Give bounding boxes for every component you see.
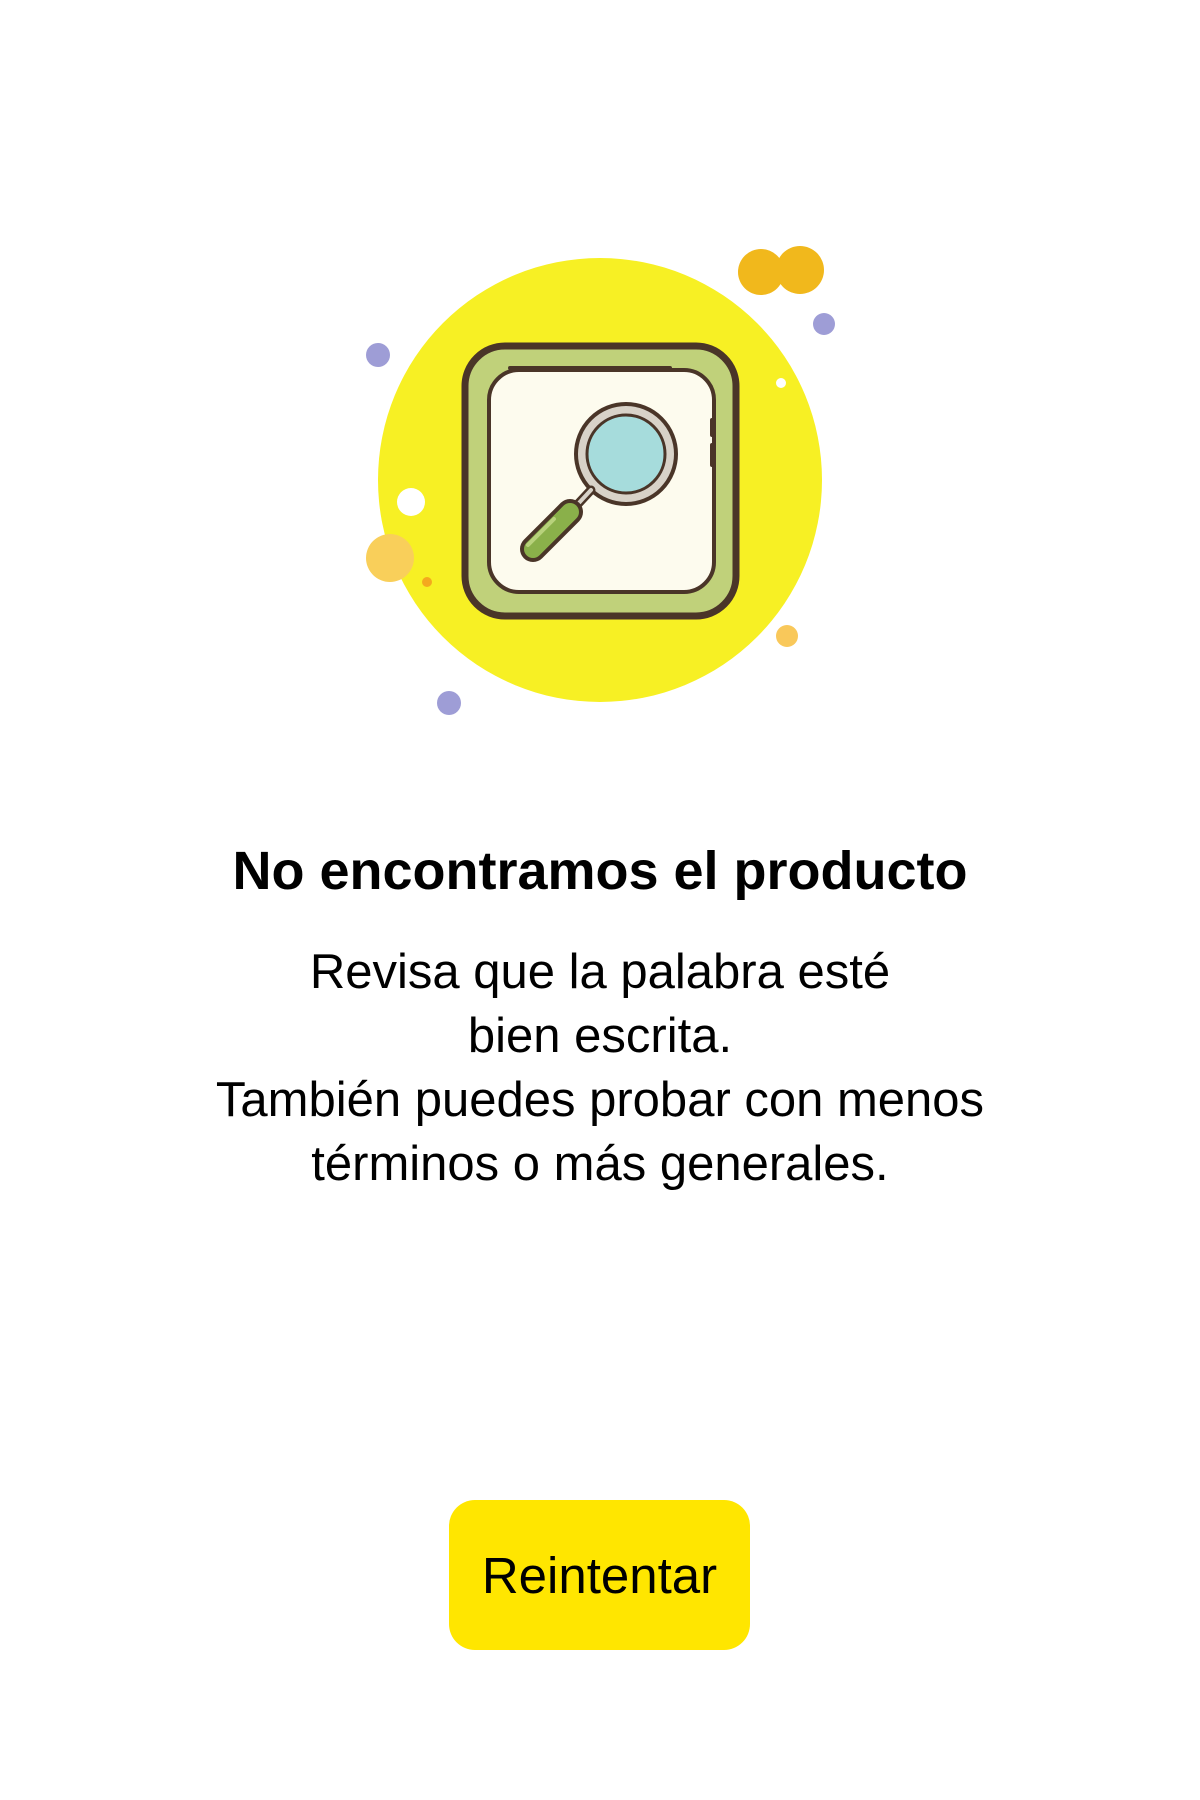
decor-dot: [756, 251, 770, 265]
decor-dot: [776, 378, 786, 388]
empty-state-message: Revisa que la palabra esté bien escrita.…: [0, 940, 1200, 1196]
decor-dot: [397, 488, 425, 516]
message-line: Revisa que la palabra esté: [309, 945, 891, 999]
decor-dot: [776, 625, 798, 647]
empty-search-illustration: [366, 246, 835, 715]
decor-dot: [776, 246, 824, 294]
message-line: bien escrita.: [467, 1009, 733, 1063]
message-line: términos o más generales.: [311, 1137, 889, 1191]
decor-dot: [422, 577, 432, 587]
magnifier-search-icon: [461, 342, 740, 620]
empty-state-title: No encontramos el producto: [232, 841, 968, 901]
decor-dot: [813, 313, 835, 335]
decor-dot: [366, 343, 390, 367]
decor-dot: [437, 691, 461, 715]
decor-dot: [366, 534, 414, 582]
retry-button[interactable]: Reintentar: [449, 1500, 750, 1650]
message-line: También puedes probar con menos: [215, 1073, 985, 1127]
